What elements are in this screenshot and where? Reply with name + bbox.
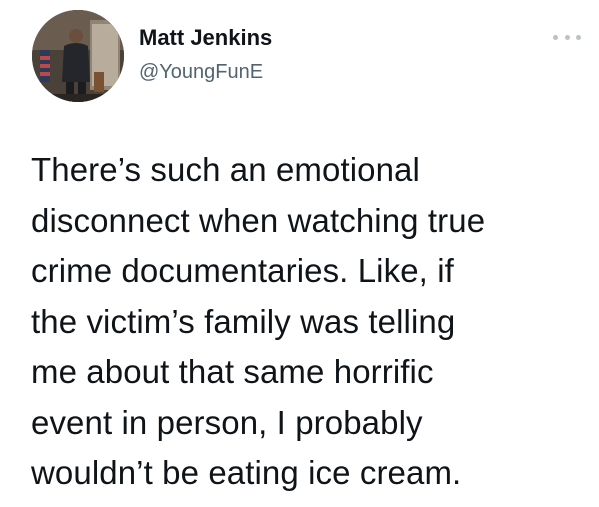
tweet-line: wouldn’t be eating ice cream. (31, 454, 462, 491)
author-name[interactable]: Matt Jenkins (139, 25, 272, 51)
tweet-line: the victim’s family was telling (31, 302, 456, 340)
dot-icon (576, 34, 581, 40)
profile-photo (32, 10, 124, 102)
tweet-text: There’s such an emotional disconnect whe… (31, 145, 587, 499)
tweet-line: There’s such an emotional (31, 151, 420, 188)
tweet-line: crime documentaries. Like, if (31, 252, 454, 289)
avatar[interactable] (32, 10, 124, 102)
tweet-card: Matt Jenkins @YoungFunE There’s such an … (0, 0, 599, 507)
author-handle[interactable]: @YoungFunE (139, 61, 263, 84)
tweet-line: disconnect when watching true (31, 201, 486, 239)
dot-icon (553, 34, 558, 40)
tweet-line: me about that same horrific (31, 353, 434, 390)
more-options-icon[interactable] (553, 30, 581, 44)
dot-icon (564, 34, 570, 40)
tweet-line: event in person, I probably (31, 403, 423, 441)
